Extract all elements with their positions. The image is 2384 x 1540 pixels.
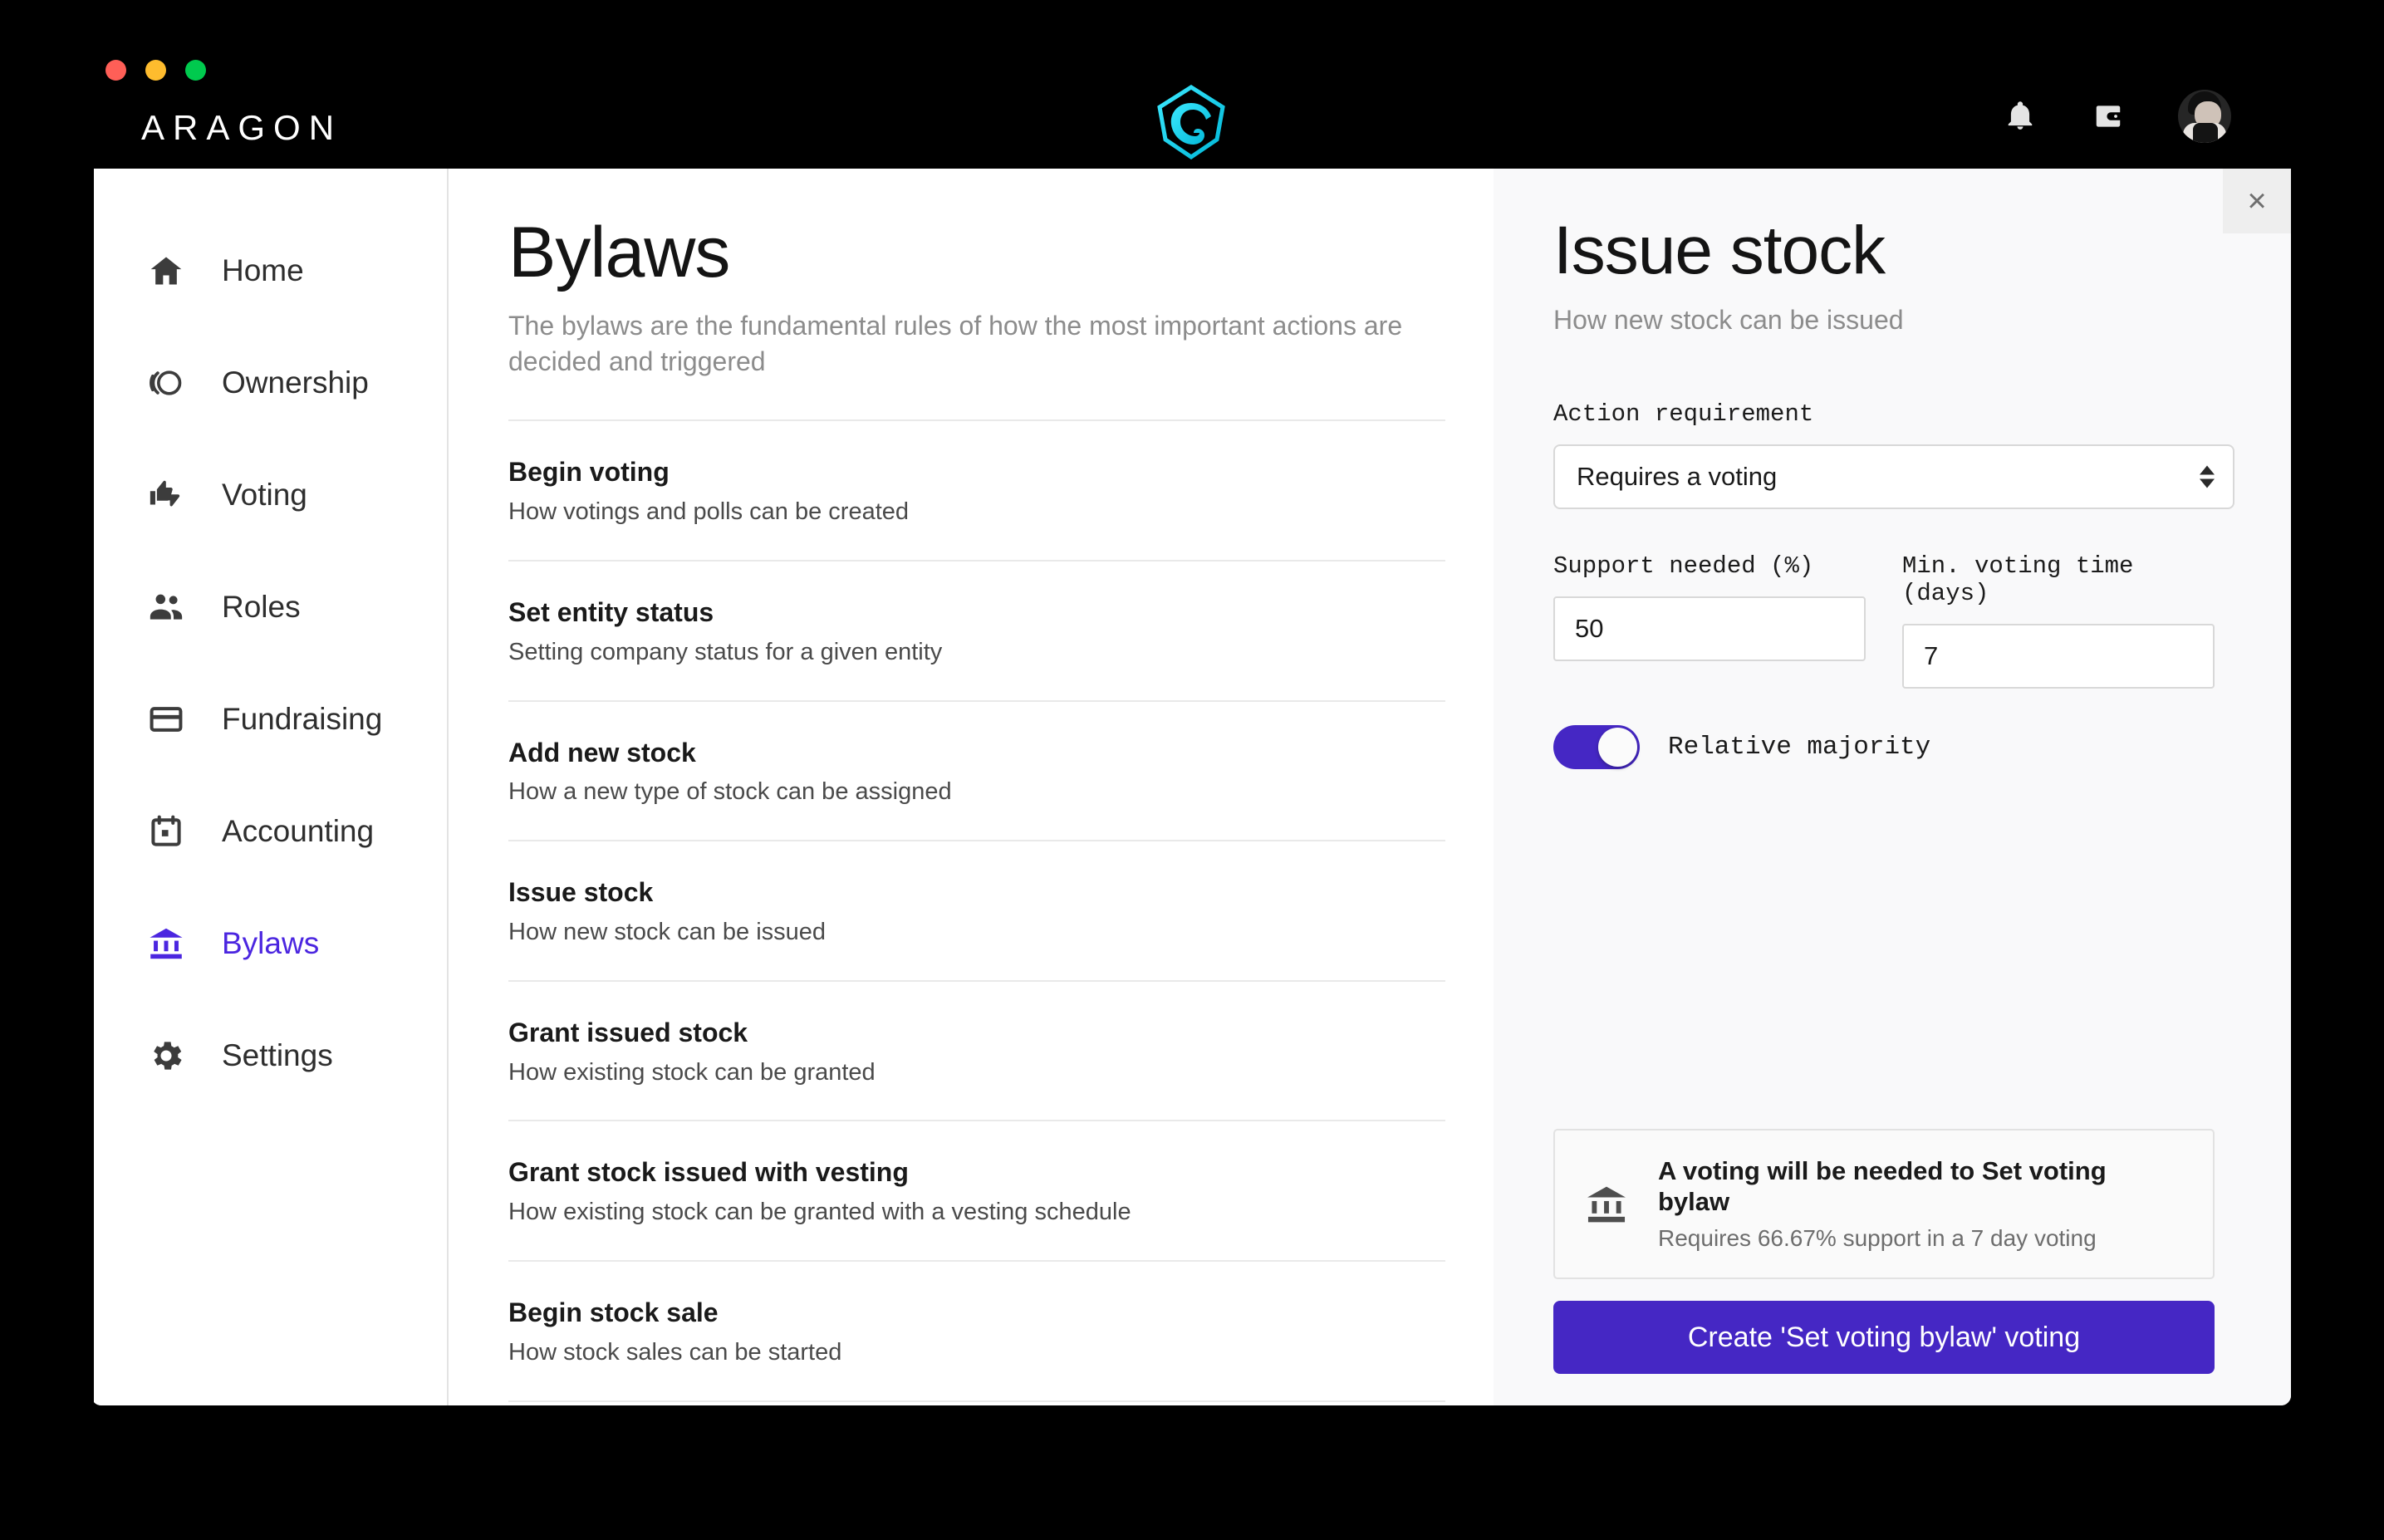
sidebar-item-roles[interactable]: Roles	[94, 551, 447, 663]
relative-majority-toggle[interactable]	[1553, 725, 1640, 769]
action-requirement-label: Action requirement	[1553, 400, 1814, 428]
sidebar-item-label: Ownership	[222, 365, 369, 400]
support-needed-group: Support needed (%) 50	[1553, 552, 1866, 689]
min-voting-time-group: Min. voting time (days) 7	[1902, 552, 2215, 689]
bylaw-row[interactable]: Grant issued stock How existing stock ca…	[508, 982, 1445, 1122]
window-titlebar: ARAGON	[91, 8, 2291, 169]
aragon-shield-logo-icon	[1156, 85, 1226, 160]
window-zoom-button[interactable]	[185, 60, 206, 81]
window-traffic-lights	[105, 60, 206, 81]
window-body: Home Ownership Voting Roles Fundraising …	[94, 169, 2291, 1405]
main-content: Bylaws The bylaws are the fundamental ru…	[449, 169, 1494, 1405]
wallet-icon[interactable]	[2090, 98, 2126, 135]
sidebar: Home Ownership Voting Roles Fundraising …	[94, 169, 449, 1405]
bylaw-title: Grant issued stock	[508, 1017, 748, 1047]
relative-majority-label: Relative majority	[1668, 733, 1931, 762]
bylaws-list: Begin voting How votings and polls can b…	[508, 419, 1445, 1405]
sidebar-item-settings[interactable]: Settings	[94, 999, 447, 1111]
bylaw-title: Begin voting	[508, 457, 670, 488]
voting-notice-title: A voting will be needed to Set voting by…	[1658, 1156, 2107, 1217]
create-voting-button[interactable]: Create 'Set voting bylaw' voting	[1553, 1301, 2215, 1374]
close-icon: ×	[2247, 183, 2267, 219]
bylaw-title: Set entity status	[508, 596, 714, 627]
panel-subtitle: How new stock can be issued	[1553, 305, 1904, 335]
relative-majority-row: Relative majority	[1553, 725, 2215, 769]
numeric-fields-row: Support needed (%) 50 Min. voting time (…	[1553, 552, 2215, 689]
side-panel: × Issue stock How new stock can be issue…	[1494, 169, 2291, 1405]
calendar-icon	[147, 812, 185, 851]
people-icon	[147, 588, 185, 626]
sidebar-item-fundraising[interactable]: Fundraising	[94, 663, 447, 775]
sidebar-item-label: Accounting	[222, 813, 375, 848]
bylaw-description: How stock sales can be started	[508, 1338, 842, 1366]
window-minimize-button[interactable]	[145, 60, 166, 81]
page-title: Bylaws	[508, 213, 730, 292]
bell-icon[interactable]	[2002, 98, 2038, 135]
voting-notice-text: A voting will be needed to Set voting by…	[1658, 1155, 2185, 1253]
bylaw-description: How votings and polls can be created	[508, 498, 910, 526]
thumbs-up-down-icon	[147, 476, 185, 514]
bank-icon	[147, 924, 185, 963]
bylaw-title: Begin stock sale	[508, 1297, 719, 1327]
action-requirement-select[interactable]: Requires a voting	[1553, 444, 2234, 509]
sidebar-item-label: Voting	[222, 477, 307, 512]
aragon-wordmark: ARAGON	[141, 108, 343, 147]
sidebar-item-label: Bylaws	[222, 925, 320, 960]
bylaw-row[interactable]: Issue stock How new stock can be issued	[508, 841, 1445, 982]
gear-icon	[147, 1037, 185, 1075]
bylaw-description: How a new type of stock can be assigned	[508, 778, 952, 806]
toggle-knob	[1598, 728, 1637, 767]
avatar-shirt	[2193, 123, 2218, 143]
voting-notice: A voting will be needed to Set voting by…	[1553, 1129, 2215, 1279]
page-subtitle: The bylaws are the fundamental rules of …	[508, 311, 1403, 377]
bylaw-row[interactable]: Add new stock How a new type of stock ca…	[508, 702, 1445, 842]
bylaw-title: Issue stock	[508, 877, 654, 908]
sidebar-item-bylaws[interactable]: Bylaws	[94, 887, 447, 999]
bank-icon	[1583, 1181, 1630, 1228]
sidebar-item-label: Roles	[222, 589, 301, 624]
sidebar-item-label: Fundraising	[222, 701, 383, 736]
avatar[interactable]	[2178, 90, 2231, 143]
bylaw-row[interactable]: Begin stock sale How stock sales can be …	[508, 1262, 1445, 1402]
titlebar-actions	[2002, 90, 2231, 143]
bylaw-description: Setting company status for a given entit…	[508, 638, 943, 665]
support-needed-label: Support needed (%)	[1553, 552, 1814, 580]
bylaw-row[interactable]: Begin voting How votings and polls can b…	[508, 421, 1445, 562]
chevron-updown-icon	[2200, 465, 2215, 488]
panel-footer: A voting will be needed to Set voting by…	[1553, 1129, 2215, 1374]
sidebar-item-label: Home	[222, 253, 304, 287]
app-window: ARAGON Home Ownership Voting Roles Fundr…	[91, 8, 2291, 1405]
action-requirement-group: Action requirement Requires a voting	[1553, 400, 2234, 509]
action-requirement-value: Requires a voting	[1577, 462, 1778, 491]
home-icon	[147, 252, 185, 290]
support-needed-input[interactable]: 50	[1553, 596, 1866, 661]
panel-close-button[interactable]: ×	[2223, 169, 2291, 233]
sidebar-item-ownership[interactable]: Ownership	[94, 326, 447, 439]
sidebar-item-voting[interactable]: Voting	[94, 439, 447, 551]
sidebar-item-home[interactable]: Home	[94, 214, 447, 326]
pie-chart-icon	[147, 364, 185, 402]
panel-title: Issue stock	[1553, 213, 1886, 288]
voting-notice-subtitle: Requires 66.67% support in a 7 day votin…	[1658, 1225, 2097, 1252]
bylaw-title: Grant stock issued with vesting	[508, 1157, 909, 1188]
bylaw-row[interactable]: Set entity status Setting company status…	[508, 562, 1445, 702]
sidebar-item-accounting[interactable]: Accounting	[94, 775, 447, 887]
credit-card-icon	[147, 700, 185, 738]
bylaw-description: How existing stock can be granted with a…	[508, 1199, 1131, 1226]
bylaw-row[interactable]: Grant stock issued with vesting How exis…	[508, 1121, 1445, 1262]
min-voting-time-label: Min. voting time (days)	[1902, 552, 2134, 607]
sidebar-item-label: Settings	[222, 1037, 333, 1072]
bylaw-title: Add new stock	[508, 737, 696, 768]
min-voting-time-input[interactable]: 7	[1902, 624, 2215, 689]
bylaw-description: How new stock can be issued	[508, 918, 827, 945]
bylaw-description: How existing stock can be granted	[508, 1058, 876, 1086]
bylaw-row[interactable]: Transfer stock sale funds to company How…	[508, 1402, 1445, 1405]
window-close-button[interactable]	[105, 60, 126, 81]
